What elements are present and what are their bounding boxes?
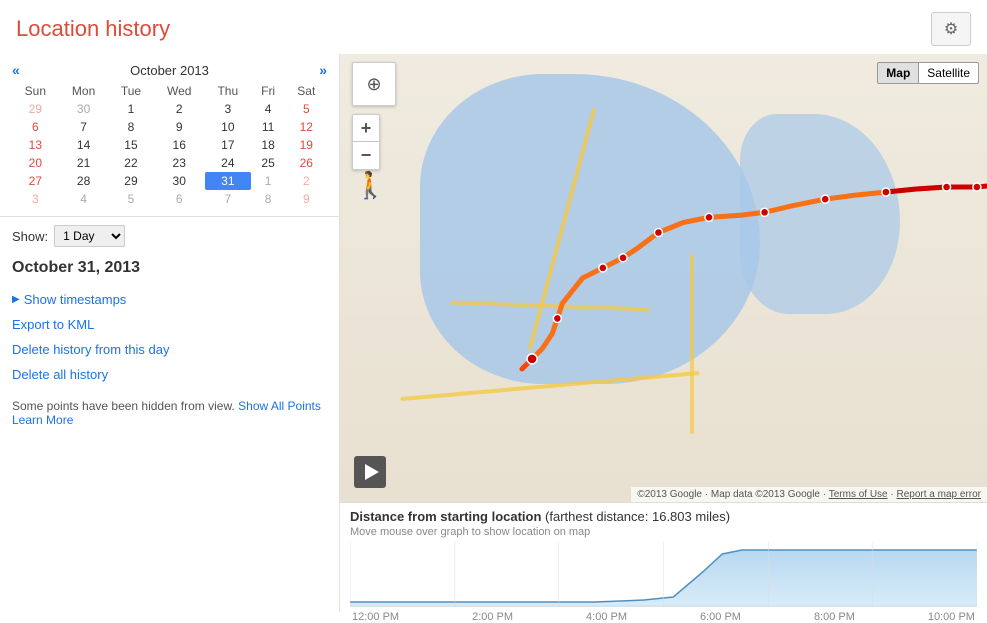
calendar-day[interactable]: 6 bbox=[153, 190, 205, 208]
cal-day-header: Tue bbox=[109, 82, 154, 100]
calendar-day[interactable]: 21 bbox=[59, 154, 109, 172]
cal-day-header: Sat bbox=[286, 82, 327, 100]
triangle-icon: ▶ bbox=[12, 294, 20, 305]
show-label: Show: bbox=[12, 229, 48, 244]
calendar-day[interactable]: 26 bbox=[286, 154, 327, 172]
calendar-day[interactable]: 22 bbox=[109, 154, 154, 172]
calendar-day[interactable]: 28 bbox=[59, 172, 109, 190]
calendar-day[interactable]: 11 bbox=[251, 118, 286, 136]
cal-day-header: Sun bbox=[12, 82, 59, 100]
calendar-day[interactable]: 6 bbox=[12, 118, 59, 136]
calendar-day[interactable]: 31 bbox=[205, 172, 251, 190]
cal-day-header: Wed bbox=[153, 82, 205, 100]
pan-icon: ⊕ bbox=[366, 74, 381, 95]
graph-subtitle: Move mouse over graph to show location o… bbox=[350, 526, 977, 538]
prev-month-button[interactable]: « bbox=[12, 62, 20, 78]
calendar-day[interactable]: 7 bbox=[59, 118, 109, 136]
xaxis-label-800: 8:00 PM bbox=[814, 611, 855, 623]
show-select[interactable]: 1 Day3 Days1 Week bbox=[54, 225, 125, 247]
pegman-icon[interactable]: 🚶 bbox=[354, 170, 386, 201]
map-type-map[interactable]: Map bbox=[877, 62, 919, 84]
calendar-day[interactable]: 19 bbox=[286, 136, 327, 154]
calendar-day[interactable]: 30 bbox=[153, 172, 205, 190]
graph-container: Distance from starting location (farthes… bbox=[340, 502, 987, 612]
show-all-points-link[interactable]: Show All Points bbox=[238, 399, 321, 413]
calendar-day[interactable]: 4 bbox=[59, 190, 109, 208]
calendar-day[interactable]: 5 bbox=[286, 100, 327, 118]
calendar-day[interactable]: 13 bbox=[12, 136, 59, 154]
zoom-controls: + − bbox=[352, 114, 380, 170]
calendar-day[interactable]: 2 bbox=[286, 172, 327, 190]
report-link[interactable]: Report a map error bbox=[897, 489, 981, 500]
terms-link[interactable]: Terms of Use bbox=[829, 489, 888, 500]
calendar-day[interactable]: 10 bbox=[205, 118, 251, 136]
graph-svg[interactable] bbox=[350, 542, 977, 607]
map-attribution: ©2013 Google · Map data ©2013 Google · T… bbox=[631, 487, 987, 502]
pan-control[interactable]: ⊕ bbox=[352, 62, 396, 106]
calendar-day[interactable]: 8 bbox=[109, 118, 154, 136]
xaxis-label-1000: 10:00 PM bbox=[928, 611, 975, 623]
calendar-month-year: October 2013 bbox=[130, 63, 209, 78]
calendar-day[interactable]: 27 bbox=[12, 172, 59, 190]
next-month-button[interactable]: » bbox=[319, 62, 327, 78]
xaxis-label-200: 2:00 PM bbox=[472, 611, 513, 623]
sidebar-actions: ▶ Show timestamps Export to KML Delete h… bbox=[0, 287, 339, 387]
calendar-day[interactable]: 25 bbox=[251, 154, 286, 172]
map-type-satellite[interactable]: Satellite bbox=[919, 62, 979, 84]
calendar-grid: SunMonTueWedThuFriSat 293012345678910111… bbox=[12, 82, 327, 208]
hidden-notice: Some points have been hidden from view. … bbox=[0, 399, 339, 427]
cal-day-header: Mon bbox=[59, 82, 109, 100]
calendar-day[interactable]: 24 bbox=[205, 154, 251, 172]
map-type-buttons: Map Satellite bbox=[877, 62, 979, 84]
calendar-day[interactable]: 16 bbox=[153, 136, 205, 154]
play-button[interactable] bbox=[354, 456, 386, 488]
xaxis-label-400: 4:00 PM bbox=[586, 611, 627, 623]
calendar-day[interactable]: 3 bbox=[205, 100, 251, 118]
calendar-day[interactable]: 30 bbox=[59, 100, 109, 118]
calendar-day[interactable]: 20 bbox=[12, 154, 59, 172]
selected-date: October 31, 2013 bbox=[0, 255, 339, 287]
zoom-in-button[interactable]: + bbox=[352, 114, 380, 142]
calendar-day[interactable]: 29 bbox=[109, 172, 154, 190]
calendar: « October 2013 » SunMonTueWedThuFriSat 2… bbox=[0, 54, 339, 217]
calendar-day[interactable]: 1 bbox=[251, 172, 286, 190]
graph-farthest: (farthest distance: 16.803 miles) bbox=[545, 509, 730, 524]
calendar-day[interactable]: 8 bbox=[251, 190, 286, 208]
show-timestamps-toggle[interactable]: ▶ Show timestamps bbox=[12, 287, 327, 312]
calendar-day[interactable]: 5 bbox=[109, 190, 154, 208]
cal-day-header: Thu bbox=[205, 82, 251, 100]
calendar-day[interactable]: 3 bbox=[12, 190, 59, 208]
zoom-out-button[interactable]: − bbox=[352, 142, 380, 170]
export-kml-link[interactable]: Export to KML bbox=[12, 312, 327, 337]
timestamps-label: Show timestamps bbox=[24, 292, 127, 307]
settings-button[interactable]: ⚙ bbox=[931, 12, 971, 46]
learn-more-link[interactable]: Learn More bbox=[12, 413, 73, 427]
graph-title: Distance from starting location bbox=[350, 509, 541, 524]
xaxis-label-600: 6:00 PM bbox=[700, 611, 741, 623]
hidden-text: Some points have been hidden from view. bbox=[12, 399, 235, 413]
calendar-day[interactable]: 9 bbox=[286, 190, 327, 208]
calendar-day[interactable]: 23 bbox=[153, 154, 205, 172]
calendar-day[interactable]: 4 bbox=[251, 100, 286, 118]
xaxis-label-1200: 12:00 PM bbox=[352, 611, 399, 623]
calendar-day[interactable]: 18 bbox=[251, 136, 286, 154]
calendar-day[interactable]: 12 bbox=[286, 118, 327, 136]
delete-all-link[interactable]: Delete all history bbox=[12, 362, 327, 387]
delete-day-link[interactable]: Delete history from this day bbox=[12, 337, 327, 362]
gear-icon: ⚙ bbox=[944, 19, 958, 39]
app-title: Location history bbox=[16, 16, 170, 42]
calendar-day[interactable]: 9 bbox=[153, 118, 205, 136]
map[interactable]: ⊕ + − 🚶 Map Satellite ©2013 Google · Map… bbox=[340, 54, 987, 502]
graph-xaxis: 12:00 PM 2:00 PM 4:00 PM 6:00 PM 8:00 PM… bbox=[350, 611, 977, 623]
calendar-day[interactable]: 2 bbox=[153, 100, 205, 118]
calendar-day[interactable]: 29 bbox=[12, 100, 59, 118]
calendar-day[interactable]: 1 bbox=[109, 100, 154, 118]
cal-day-header: Fri bbox=[251, 82, 286, 100]
calendar-day[interactable]: 15 bbox=[109, 136, 154, 154]
calendar-day[interactable]: 17 bbox=[205, 136, 251, 154]
play-icon bbox=[365, 464, 379, 480]
calendar-day[interactable]: 7 bbox=[205, 190, 251, 208]
calendar-day[interactable]: 14 bbox=[59, 136, 109, 154]
